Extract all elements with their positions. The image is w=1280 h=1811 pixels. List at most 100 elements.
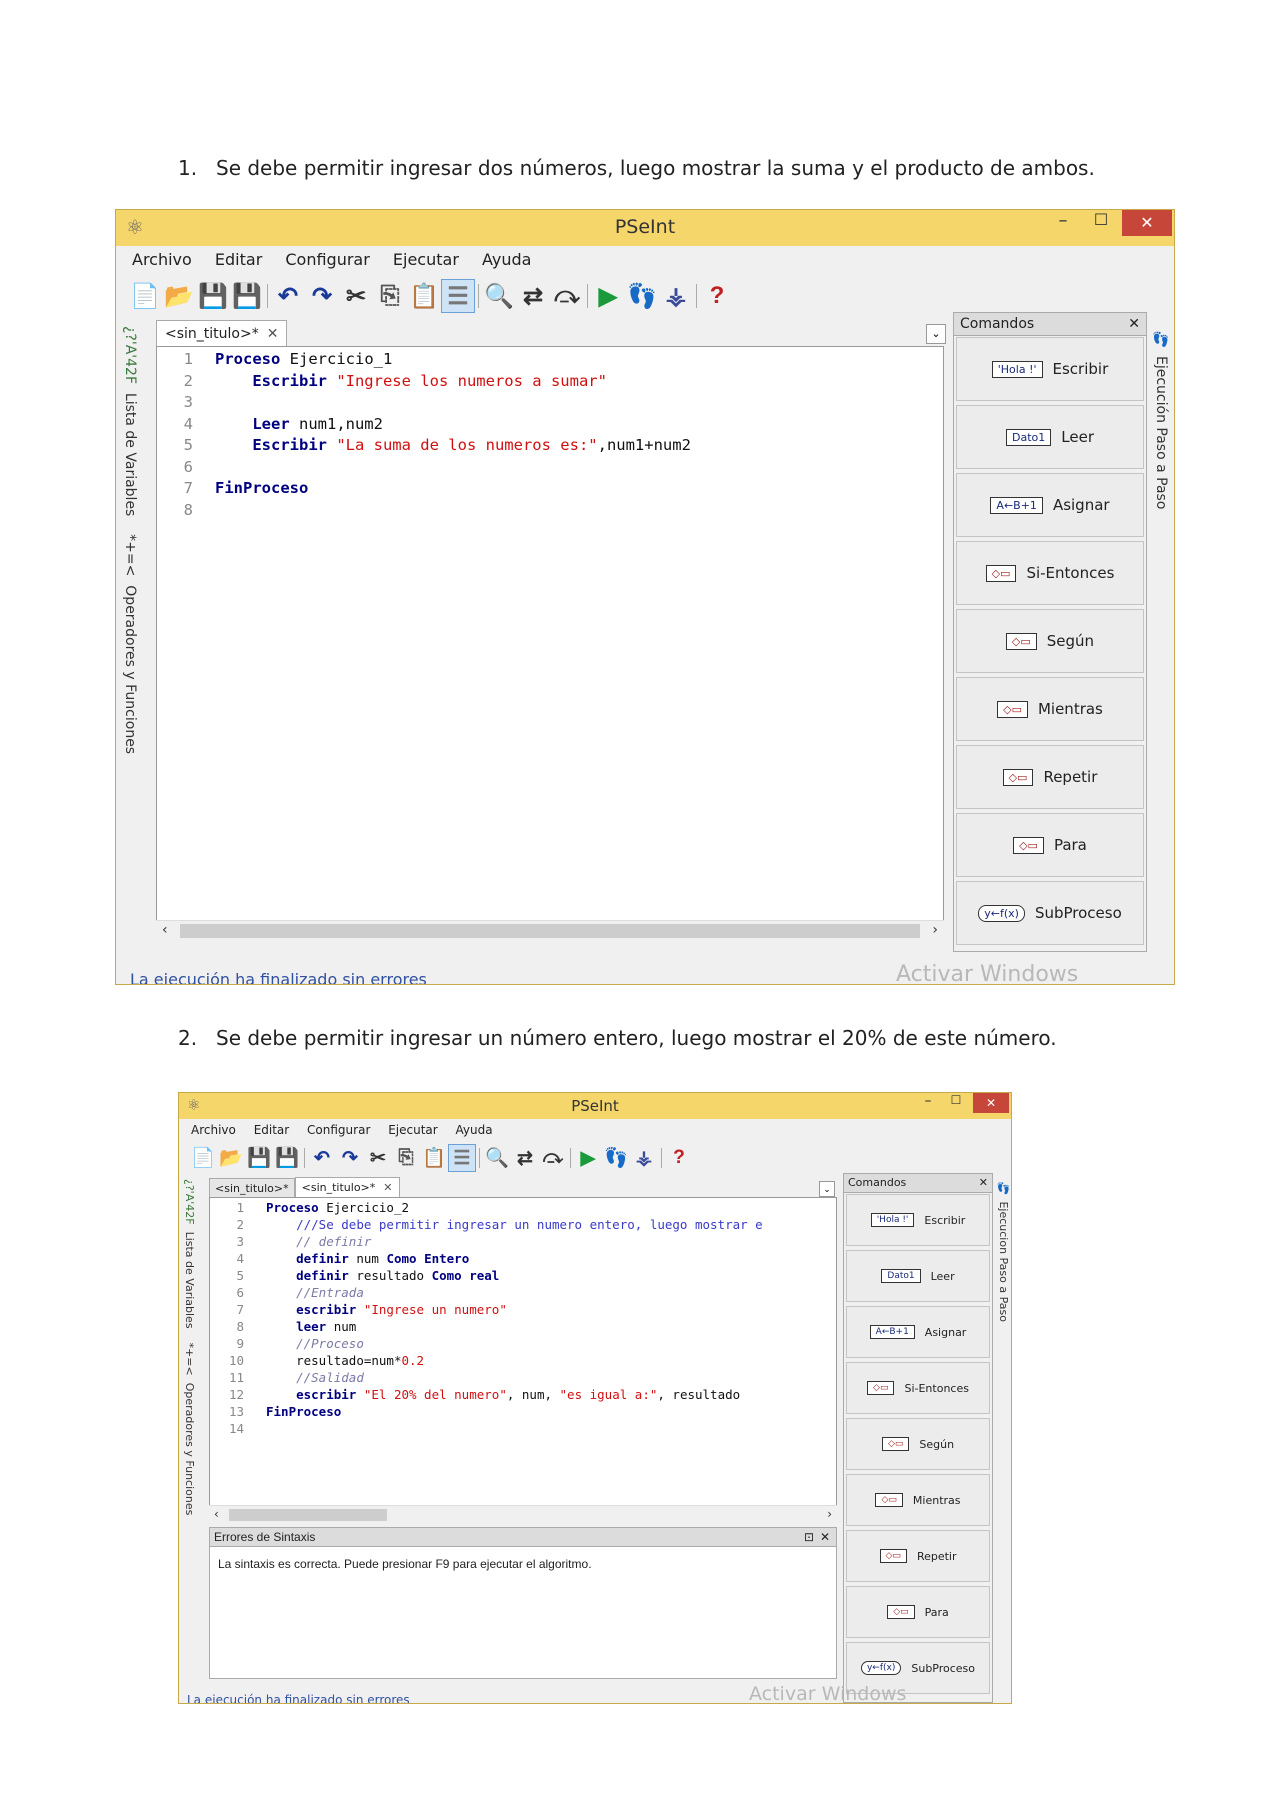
code-token: Como Entero	[386, 1251, 470, 1266]
flowchart-icon[interactable]: ⚶	[630, 1144, 658, 1172]
close-panel-icon[interactable]: ✕	[979, 1174, 988, 1192]
command-subproceso[interactable]: y←f(x) SubProceso	[956, 881, 1144, 945]
command-escribir[interactable]: 'Hola !' Escribir	[846, 1194, 990, 1246]
help-icon[interactable]: ?	[700, 279, 734, 313]
close-window-button[interactable]: ✕	[1122, 210, 1172, 236]
redo-icon[interactable]: ↷	[305, 279, 339, 313]
command-asignar[interactable]: A←B+1 Asignar	[956, 473, 1144, 537]
replace-icon[interactable]: ⇄	[511, 1144, 539, 1172]
float-panel-icon[interactable]: ⊡	[804, 1528, 814, 1546]
command-mientras[interactable]: ◇▭ Mientras	[956, 677, 1144, 741]
run-icon[interactable]: ▶	[591, 279, 625, 313]
menu-ayuda[interactable]: Ayuda	[456, 1119, 493, 1141]
save-as-icon[interactable]: 💾	[273, 1144, 301, 1172]
command-mientras[interactable]: ◇▭ Mientras	[846, 1474, 990, 1526]
title-bar[interactable]: ⚛ PSeInt – ☐ ✕	[179, 1093, 1011, 1119]
find-icon[interactable]: 🔍	[482, 279, 516, 313]
run-icon[interactable]: ▶	[574, 1144, 602, 1172]
menu-ejecutar[interactable]: Ejecutar	[388, 1119, 438, 1141]
command-leer[interactable]: Dato1 Leer	[956, 405, 1144, 469]
flowchart-icon[interactable]: ⚶	[659, 279, 693, 313]
open-folder-icon[interactable]: 📂	[162, 279, 196, 313]
command-seg-n[interactable]: ◇▭ Según	[846, 1418, 990, 1470]
new-file-icon[interactable]: 📄	[189, 1144, 217, 1172]
copy-icon[interactable]: ⎘	[373, 279, 407, 313]
menu-editar[interactable]: Editar	[215, 246, 262, 274]
undo-icon[interactable]: ↶	[271, 279, 305, 313]
close-panel-icon[interactable]: ✕	[1128, 313, 1140, 335]
maximize-button[interactable]: ☐	[1084, 210, 1118, 236]
tab-sin-titulo-1[interactable]: <sin_titulo>*	[209, 1178, 295, 1197]
command-para[interactable]: ◇▭ Para	[846, 1586, 990, 1638]
horizontal-scrollbar[interactable]: ‹ ›	[209, 1505, 837, 1524]
command-asignar[interactable]: A←B+1 Asignar	[846, 1306, 990, 1358]
variables-tab[interactable]: ¿?'A'42F Lista de Variables *+=< Operado…	[183, 1179, 196, 1515]
cut-icon[interactable]: ✂	[339, 279, 373, 313]
command-leer[interactable]: Dato1 Leer	[846, 1250, 990, 1302]
scroll-thumb[interactable]	[180, 924, 920, 938]
find-next-icon[interactable]: ⤼	[550, 279, 584, 313]
open-folder-icon[interactable]: 📂	[217, 1144, 245, 1172]
command-escribir[interactable]: 'Hola !' Escribir	[956, 337, 1144, 401]
variables-tab[interactable]: ¿?'A'42F Lista de Variables *+=< Operado…	[122, 326, 138, 754]
scroll-left-icon[interactable]: ‹	[162, 922, 168, 938]
menu-ayuda[interactable]: Ayuda	[482, 246, 531, 274]
menu-archivo[interactable]: Archivo	[132, 246, 192, 274]
tabs-dropdown-icon[interactable]: ⌄	[926, 324, 946, 344]
menu-bar: Archivo Editar Configurar Ejecutar Ayuda	[179, 1119, 1011, 1141]
tab-sin-titulo[interactable]: <sin_titulo>* ✕	[156, 320, 288, 346]
close-tab-icon[interactable]: ✕	[267, 326, 279, 342]
title-bar[interactable]: ⚛ PSeInt – ☐ ✕	[116, 210, 1174, 246]
step-icon[interactable]: 👣	[625, 279, 659, 313]
command-para[interactable]: ◇▭ Para	[956, 813, 1144, 877]
menu-editar[interactable]: Editar	[254, 1119, 290, 1141]
close-window-button[interactable]: ✕	[973, 1093, 1009, 1113]
commands-panel-title: Comandos	[848, 1176, 907, 1189]
step-icon[interactable]: 👣	[602, 1144, 630, 1172]
tabs-dropdown-icon[interactable]: ⌄	[819, 1181, 835, 1197]
new-file-icon[interactable]: 📄	[128, 279, 162, 313]
replace-icon[interactable]: ⇄	[516, 279, 550, 313]
close-tab-icon[interactable]: ✕	[383, 1181, 392, 1194]
horizontal-scrollbar[interactable]: ‹ ›	[156, 920, 944, 941]
command-si-entonces[interactable]: ◇▭ Si-Entonces	[846, 1362, 990, 1414]
copy-icon[interactable]: ⎘	[392, 1144, 420, 1172]
paste-icon[interactable]: 📋	[420, 1144, 448, 1172]
indent-icon[interactable]: ☰	[441, 279, 475, 313]
step-execution-tab[interactable]: 👣 Ejecucion Paso a Paso	[997, 1181, 1010, 1322]
help-icon[interactable]: ?	[665, 1144, 693, 1172]
tab-sin-titulo-2[interactable]: <sin_titulo>* ✕	[294, 1177, 400, 1197]
code-editor[interactable]: 1 Proceso Ejercicio_1 2 Escribir "Ingrese …	[156, 346, 944, 940]
command-seg-n[interactable]: ◇▭ Según	[956, 609, 1144, 673]
scroll-right-icon[interactable]: ›	[932, 922, 938, 938]
minimize-button[interactable]: –	[1046, 210, 1080, 236]
menu-ejecutar[interactable]: Ejecutar	[393, 246, 459, 274]
save-icon[interactable]: 💾	[196, 279, 230, 313]
save-as-icon[interactable]: 💾	[230, 279, 264, 313]
code-token: "es igual a:"	[559, 1387, 658, 1402]
line-number: 12	[228, 1387, 244, 1402]
indent-icon[interactable]: ☰	[448, 1144, 476, 1172]
menu-archivo[interactable]: Archivo	[191, 1119, 236, 1141]
find-icon[interactable]: 🔍	[483, 1144, 511, 1172]
minimize-button[interactable]: –	[915, 1093, 941, 1113]
scroll-thumb[interactable]	[229, 1509, 387, 1521]
menu-configurar[interactable]: Configurar	[307, 1119, 370, 1141]
undo-icon[interactable]: ↶	[308, 1144, 336, 1172]
cut-icon[interactable]: ✂	[364, 1144, 392, 1172]
command-repetir[interactable]: ◇▭ Repetir	[846, 1530, 990, 1582]
scroll-right-icon[interactable]: ›	[827, 1507, 832, 1521]
maximize-button[interactable]: ☐	[943, 1093, 969, 1113]
command-repetir[interactable]: ◇▭ Repetir	[956, 745, 1144, 809]
redo-icon[interactable]: ↷	[336, 1144, 364, 1172]
scroll-left-icon[interactable]: ‹	[214, 1507, 219, 1521]
save-icon[interactable]: 💾	[245, 1144, 273, 1172]
find-next-icon[interactable]: ⤼	[539, 1144, 567, 1172]
step-execution-tab[interactable]: 👣 Ejecución Paso a Paso	[1153, 330, 1169, 509]
menu-configurar[interactable]: Configurar	[285, 246, 369, 274]
close-errors-icon[interactable]: ✕	[820, 1528, 830, 1546]
code-editor[interactable]: 1 Proceso Ejercicio_2 2 ///Se debe permiti…	[209, 1197, 837, 1523]
command-si-entonces[interactable]: ◇▭ Si-Entonces	[956, 541, 1144, 605]
paste-icon[interactable]: 📋	[407, 279, 441, 313]
